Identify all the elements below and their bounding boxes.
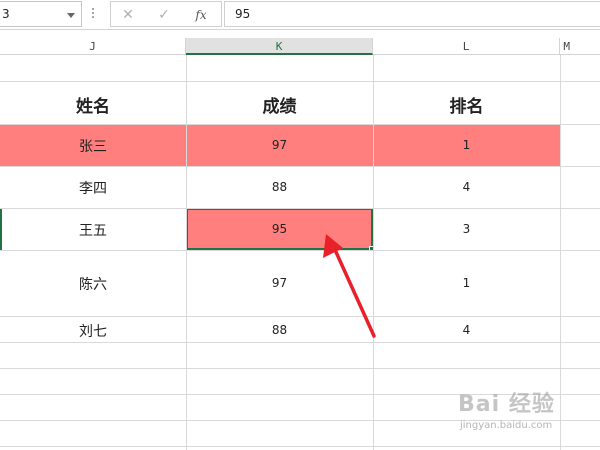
watermark: Bai 经验 jingyan.baidu.com	[458, 386, 598, 446]
annotation-arrow-icon	[323, 234, 376, 338]
watermark-logo: Bai 经验	[458, 392, 555, 417]
watermark-url: jingyan.baidu.com	[460, 420, 553, 431]
